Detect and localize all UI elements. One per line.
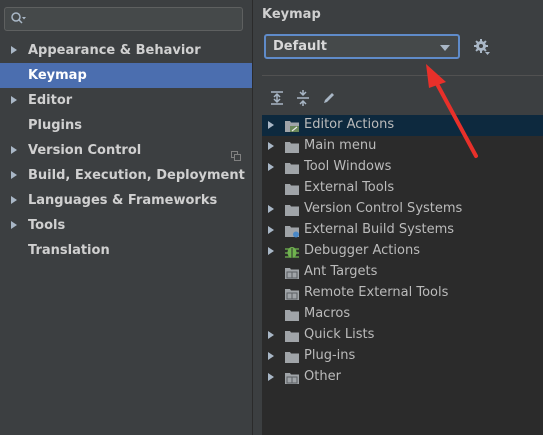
gear-icon[interactable] <box>473 38 491 56</box>
folder-grid-icon <box>284 265 300 280</box>
tree-item-label: Remote External Tools <box>304 285 449 300</box>
folder-grid-icon <box>284 286 300 301</box>
sidebar-item-label: Tools <box>28 218 66 233</box>
chevron-right-icon[interactable] <box>268 142 274 150</box>
tree-item[interactable]: External Build Systems <box>262 220 543 241</box>
chevron-down-icon[interactable] <box>440 45 450 51</box>
tree-item-label: External Build Systems <box>304 222 455 237</box>
search-input[interactable] <box>31 10 240 30</box>
collapse-all-icon[interactable] <box>295 90 311 106</box>
chevron-right-icon[interactable] <box>11 221 17 229</box>
divider <box>262 75 543 76</box>
chevron-right-icon[interactable] <box>268 121 274 129</box>
chevron-right-icon[interactable] <box>268 226 274 234</box>
folder-icon <box>284 307 300 322</box>
tree-item[interactable]: Debugger Actions <box>262 241 543 262</box>
bug-icon <box>284 244 300 259</box>
edit-icon[interactable] <box>321 90 337 106</box>
copy-icon <box>231 145 241 161</box>
chevron-right-icon[interactable] <box>268 352 274 360</box>
sidebar-item[interactable]: Editor <box>0 88 252 113</box>
keymap-panel: Keymap Default Editor Actions Main menu … <box>254 0 543 435</box>
expand-all-icon[interactable] <box>269 90 285 106</box>
tree-item[interactable]: Quick Lists <box>262 325 543 346</box>
sidebar-item-label: Editor <box>28 93 73 108</box>
folder-icon <box>284 160 300 175</box>
folder-icon <box>284 181 300 196</box>
tree-item[interactable]: Macros <box>262 304 543 325</box>
search-icon[interactable] <box>10 11 26 27</box>
settings-sidebar: Appearance & Behavior Keymap Editor Plugins… <box>0 0 253 435</box>
sidebar-item-label: Languages & Frameworks <box>28 193 218 208</box>
page-title: Keymap <box>262 7 321 22</box>
sidebar-item[interactable]: Plugins <box>0 113 252 138</box>
folder-icon <box>284 202 300 217</box>
tree-item-label: Macros <box>304 306 351 321</box>
chevron-right-icon[interactable] <box>11 146 17 154</box>
tree-item[interactable]: Other <box>262 367 543 388</box>
folder-icon <box>284 349 300 364</box>
chevron-right-icon[interactable] <box>11 171 17 179</box>
sidebar-item-label: Appearance & Behavior <box>28 43 201 58</box>
sidebar-item-label: Keymap <box>28 68 87 83</box>
chevron-right-icon[interactable] <box>268 163 274 171</box>
keymap-select-value: Default <box>273 39 327 54</box>
tree-item[interactable]: Version Control Systems <box>262 199 543 220</box>
folder-icon <box>284 328 300 343</box>
keymap-tree: Editor Actions Main menu Tool Windows Exter… <box>262 115 543 435</box>
tree-item-label: Debugger Actions <box>304 243 420 258</box>
tree-item-label: Plug-ins <box>304 348 356 363</box>
settings-nav: Appearance & Behavior Keymap Editor Plugins… <box>0 38 252 263</box>
tree-item-label: Other <box>304 369 341 384</box>
sidebar-item[interactable]: Tools <box>0 213 252 238</box>
sidebar-item-label: Build, Execution, Deployment <box>28 168 245 183</box>
chevron-right-icon[interactable] <box>11 46 17 54</box>
chevron-right-icon[interactable] <box>11 96 17 104</box>
folder-icon <box>284 139 300 154</box>
sidebar-item-label: Translation <box>28 243 110 258</box>
tree-item[interactable]: Plug-ins <box>262 346 543 367</box>
chevron-right-icon[interactable] <box>11 196 17 204</box>
tree-item[interactable]: Tool Windows <box>262 157 543 178</box>
tree-item-label: External Tools <box>304 180 395 195</box>
chevron-right-icon[interactable] <box>268 373 274 381</box>
sidebar-item[interactable]: Appearance & Behavior <box>0 38 252 63</box>
tree-item-label: Main menu <box>304 138 377 153</box>
editor-actions-icon <box>284 118 300 133</box>
sidebar-item[interactable]: Version Control <box>0 138 252 163</box>
tree-item-label: Version Control Systems <box>304 201 463 216</box>
sidebar-item-label: Plugins <box>28 118 82 133</box>
chevron-right-icon[interactable] <box>268 247 274 255</box>
build-folder-icon <box>284 223 300 238</box>
sidebar-item[interactable]: Languages & Frameworks <box>0 188 252 213</box>
tree-item-label: Quick Lists <box>304 327 375 342</box>
sidebar-item-label: Version Control <box>28 143 142 158</box>
settings-search[interactable] <box>4 7 243 31</box>
chevron-right-icon[interactable] <box>268 331 274 339</box>
sidebar-item[interactable]: Build, Execution, Deployment <box>0 163 252 188</box>
tree-item-label: Ant Targets <box>304 264 378 279</box>
tree-item-label: Tool Windows <box>304 159 392 174</box>
keymap-select[interactable]: Default <box>264 34 460 59</box>
tree-item[interactable]: Main menu <box>262 136 543 157</box>
chevron-right-icon[interactable] <box>268 205 274 213</box>
tree-item[interactable]: Editor Actions <box>262 115 543 136</box>
folder-grid-icon <box>284 370 300 385</box>
tree-item[interactable]: Remote External Tools <box>262 283 543 304</box>
tree-item-label: Editor Actions <box>304 117 395 132</box>
sidebar-item[interactable]: Keymap <box>0 63 252 88</box>
tree-item[interactable]: External Tools <box>262 178 543 199</box>
tree-item[interactable]: Ant Targets <box>262 262 543 283</box>
sidebar-item[interactable]: Translation <box>0 238 252 263</box>
